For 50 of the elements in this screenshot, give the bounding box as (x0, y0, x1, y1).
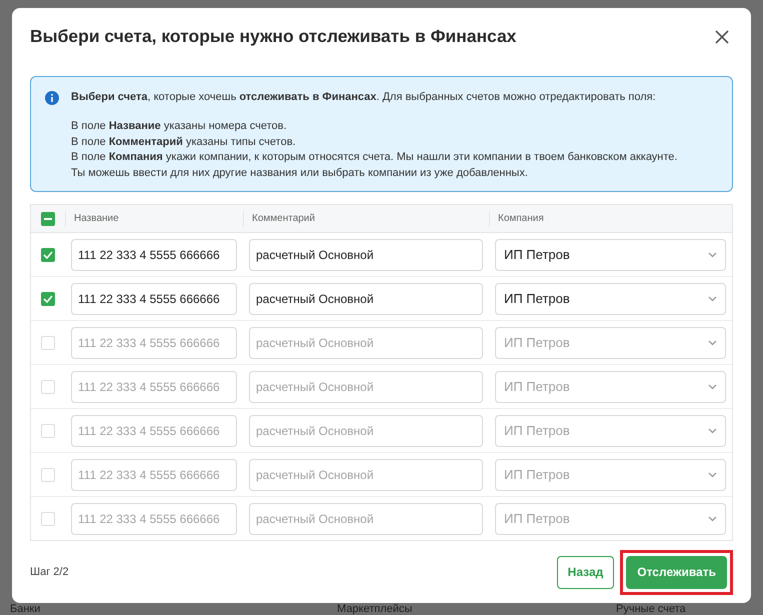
comment-field[interactable]: расчетный Основной (249, 282, 483, 315)
background-tab-label: Банки (9, 603, 42, 615)
info-text: В поле Название указаны номера счетов. (71, 119, 288, 134)
info-text: В поле Комментарий указаны типы счетов. (71, 134, 297, 150)
info-icon (45, 90, 59, 105)
select-all-checkbox[interactable] (41, 212, 55, 226)
account-name-field[interactable]: 111 22 333 4 5555 666666 (71, 502, 237, 535)
row-checkbox[interactable] (41, 292, 55, 306)
chevron-down-icon (708, 428, 717, 434)
info-text: В поле Компания укажи компании, к которым относятся счета. Мы нашли эти компании в твоем банковском аккаунте. (71, 150, 678, 166)
comment-field[interactable]: расчетный Основной (249, 326, 483, 359)
company-select[interactable]: ИП Петров (495, 238, 726, 271)
column-header: Компания (489, 210, 732, 227)
info-text: Ты можешь ввести для них другие названия или выбрать компании из уже добавленных. (71, 166, 529, 181)
account-name-field[interactable]: 111 22 333 4 5555 666666 (71, 370, 237, 403)
account-name-field[interactable]: 111 22 333 4 5555 666666 (71, 282, 237, 315)
chevron-down-icon (708, 516, 717, 522)
dialog-title: Выбери счета, которые нужно отслеживать в Финансах (30, 26, 516, 48)
check-icon (43, 294, 53, 303)
info-text: Выбери счета, которые хочешь отслеживать в Финансах. Для выбранных счетов можно отредактировать поля: (71, 90, 657, 105)
company-select[interactable]: ИП Петров (495, 370, 726, 403)
step-indicator: Шаг 2/2 (30, 566, 69, 578)
chevron-down-icon (708, 472, 717, 478)
chevron-down-icon (708, 340, 717, 346)
background-tab-label: Ручные счета (615, 603, 687, 615)
column-header: Комментарий (243, 210, 489, 227)
row-checkbox[interactable] (41, 248, 55, 262)
comment-field[interactable]: расчетный Основной (249, 238, 483, 271)
comment-field[interactable]: расчетный Основной (249, 370, 483, 403)
account-name-field[interactable]: 111 22 333 4 5555 666666 (71, 458, 237, 491)
column-header: Название (65, 210, 243, 227)
check-icon (43, 250, 53, 259)
minus-icon (44, 218, 52, 220)
company-select[interactable]: ИП Петров (495, 282, 726, 315)
company-select[interactable]: ИП Петров (495, 414, 726, 447)
back-button[interactable]: Назад (556, 556, 614, 589)
chevron-down-icon (708, 384, 717, 390)
account-name-field[interactable]: 111 22 333 4 5555 666666 (71, 414, 237, 447)
chevron-down-icon (708, 252, 717, 258)
chevron-down-icon (708, 296, 717, 302)
comment-field[interactable]: расчетный Основной (249, 502, 483, 535)
account-name-field[interactable]: 111 22 333 4 5555 666666 (71, 326, 237, 359)
company-select[interactable]: ИП Петров (495, 326, 726, 359)
company-select[interactable]: ИП Петров (495, 502, 726, 535)
track-button[interactable]: Отслеживать (626, 556, 727, 589)
comment-field[interactable]: расчетный Основной (249, 414, 483, 447)
company-select[interactable]: ИП Петров (495, 458, 726, 491)
account-name-field[interactable]: 111 22 333 4 5555 666666 (71, 238, 237, 271)
comment-field[interactable]: расчетный Основной (249, 458, 483, 491)
background-tab-label: Маркетплейсы (336, 603, 414, 615)
